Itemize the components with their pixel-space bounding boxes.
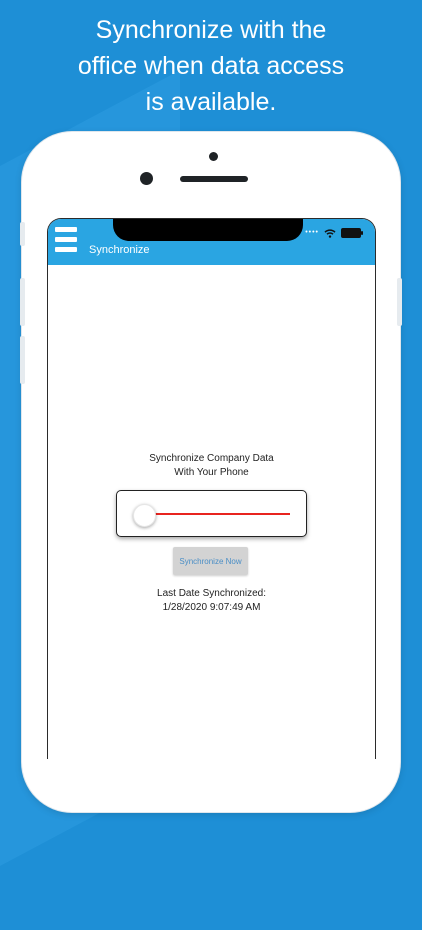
last-sync-label: Last Date Synchronized: bbox=[157, 588, 266, 599]
sync-prompt-line-1: Synchronize Company Data bbox=[149, 453, 274, 464]
status-bar: •••• bbox=[305, 228, 363, 238]
battery-icon bbox=[341, 228, 363, 238]
volume-down-button bbox=[20, 336, 25, 384]
last-sync-info: Last Date Synchronized: 1/28/2020 9:07:4… bbox=[48, 587, 375, 615]
slider-track[interactable] bbox=[147, 513, 290, 515]
notch bbox=[113, 219, 303, 241]
mute-switch bbox=[20, 222, 25, 246]
earpiece-speaker bbox=[180, 176, 248, 182]
volume-up-button bbox=[20, 278, 25, 326]
headline-line-3: is available. bbox=[145, 88, 277, 116]
wifi-icon bbox=[324, 228, 336, 238]
power-button bbox=[397, 278, 402, 326]
front-sensor bbox=[209, 152, 218, 161]
front-camera bbox=[140, 172, 153, 185]
headline-line-2: office when data access bbox=[77, 52, 345, 80]
signal-indicator: •••• bbox=[305, 229, 319, 236]
sync-slider[interactable] bbox=[116, 490, 307, 537]
app-bar: •••• Synchronize bbox=[48, 219, 375, 265]
page-title: Synchronize bbox=[89, 244, 150, 256]
menu-icon[interactable] bbox=[55, 227, 79, 259]
sync-prompt: Synchronize Company Data With Your Phone bbox=[48, 452, 375, 480]
last-sync-value: 1/28/2020 9:07:49 AM bbox=[162, 602, 261, 613]
app-screen: •••• Synchronize Synchronize Company Dat… bbox=[47, 218, 376, 759]
headline-line-1: Synchronize with the bbox=[95, 16, 327, 44]
synchronize-now-button[interactable]: Synchronize Now bbox=[173, 547, 248, 575]
headline: Synchronize with the office when data ac… bbox=[0, 12, 422, 120]
slider-thumb[interactable] bbox=[133, 504, 156, 527]
sync-prompt-line-2: With Your Phone bbox=[174, 467, 249, 478]
